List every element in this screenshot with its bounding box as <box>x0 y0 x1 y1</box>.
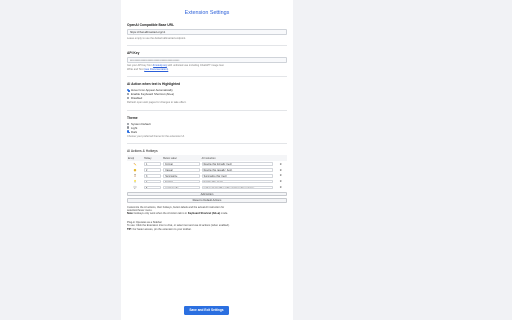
note-label: Note: <box>127 212 134 216</box>
instruction-input[interactable]: Rewrite this formally: {text} <box>201 162 274 167</box>
api-key-hint-text-3: Write and Text <box>127 67 145 71</box>
theme-hint: Choose your preferred theme for the exte… <box>127 134 185 138</box>
note-text: Hotkeys only work when the AI Action tab… <box>133 212 188 216</box>
divider <box>127 109 287 111</box>
api-key-section: API Key ••••••••••••••••••••••••••••••••… <box>127 51 287 71</box>
note-shortcut: Keyboard Shortcut (Alt+a) <box>187 212 221 216</box>
actions-label: AI Actions & Hotkeys <box>127 149 158 154</box>
instruction-cell: reply to {text} with a witty social medi… <box>201 185 275 191</box>
base-url-section: OpenAI Compatible Base URL https://chat.… <box>127 23 287 40</box>
radio-icon[interactable] <box>127 126 130 129</box>
instruction-input[interactable]: Summarize this: {text} <box>201 174 274 178</box>
button-label-input[interactable]: Casual <box>163 168 200 172</box>
reset-actions-button[interactable]: Reset to Default Actions <box>127 198 287 203</box>
add-action-button[interactable]: Add Action <box>127 191 287 197</box>
radio-icon[interactable] <box>127 130 131 134</box>
theme-option-label: Dark <box>130 129 138 134</box>
actions-description: Customize the AI actions, their hotkeys,… <box>127 206 287 216</box>
api-key-input[interactable]: ••••••••••••••••••••••••••••••••••••••••… <box>127 56 287 63</box>
button-label-input[interactable]: social media <box>163 185 200 190</box>
settings-panel: Extension Settings OpenAI Compatible Bas… <box>121 0 293 320</box>
actions-table: Emoji Hotkey Button Label AI Instruction… <box>127 155 287 190</box>
base-url-hint: Leave empty to use the default alltmatra… <box>127 36 186 40</box>
api-key-label: API Key <box>127 50 140 55</box>
ai-action-label: AI Action when text is Highlighted <box>127 82 181 87</box>
button-label-input[interactable]: Summarize <box>163 174 200 178</box>
label-cell: social media <box>162 185 200 191</box>
ai-action-option-label: Disabled <box>130 95 143 100</box>
table-row: 💬 5 social media reply to {text} with a … <box>127 185 287 191</box>
theme-option-dark[interactable]: Dark <box>127 130 287 134</box>
divider <box>127 44 287 46</box>
button-label-input[interactable]: Format <box>163 162 200 167</box>
radio-icon[interactable] <box>127 96 130 100</box>
ai-action-option-disabled[interactable]: Disabled <box>127 96 287 100</box>
theme-section: Theme System Default Light Dark Choose y… <box>127 116 287 139</box>
instruction-input[interactable]: Rewrite this casually: {text} <box>201 168 274 172</box>
base-url-label: OpenAI Compatible Base URL <box>127 23 175 27</box>
actions-section: AI Actions & Hotkeys Emoji Hotkey Button… <box>127 149 287 216</box>
close-x-icon[interactable]: ✕ <box>274 185 287 191</box>
button-label-input[interactable]: Explain <box>163 179 200 184</box>
hotkey-input[interactable]: 5 <box>144 185 162 190</box>
save-exit-button[interactable]: Save and Exit Settings <box>184 306 229 315</box>
instruction-input[interactable]: reply to {text} with a witty social medi… <box>201 185 274 190</box>
hotkey-input[interactable]: 2 <box>144 168 162 172</box>
hotkey-input[interactable]: 1 <box>144 162 162 167</box>
api-key-hint: Get your API key from llmstudy.org with … <box>127 64 287 71</box>
radio-icon[interactable] <box>127 92 130 96</box>
tip-text: For faster access, pin the extension to … <box>131 227 192 231</box>
hotkey-cell: 5 <box>143 185 162 191</box>
instruction-input[interactable]: Explain this: {text} <box>201 179 274 184</box>
ai-action-section: AI Action when text is Highlighted Hover… <box>127 82 287 105</box>
divider <box>127 76 287 78</box>
radio-icon[interactable] <box>127 88 131 93</box>
emoji-cell[interactable]: 💬 <box>127 185 143 191</box>
ai-action-hint: Refresh open web pages for changes to ta… <box>127 101 187 105</box>
api-key-hint-text-2: with unlimited use including ChatGPT ima… <box>166 64 225 68</box>
divider <box>127 143 287 145</box>
note-end: mode. <box>220 212 229 216</box>
base-url-input[interactable]: https://chat.alltmatrad.org/v1 <box>127 29 287 35</box>
sidebar-info: Plug-in Operates as a Sidebar To use: Cl… <box>127 221 287 231</box>
hotkey-input[interactable]: 4 <box>144 179 162 184</box>
theme-label: Theme <box>127 115 138 120</box>
documentation-link[interactable]: (see Documentation) <box>144 68 168 71</box>
page-title: Extension Settings <box>184 10 230 16</box>
radio-icon[interactable] <box>127 122 130 125</box>
hotkey-input[interactable]: 3 <box>144 174 162 178</box>
